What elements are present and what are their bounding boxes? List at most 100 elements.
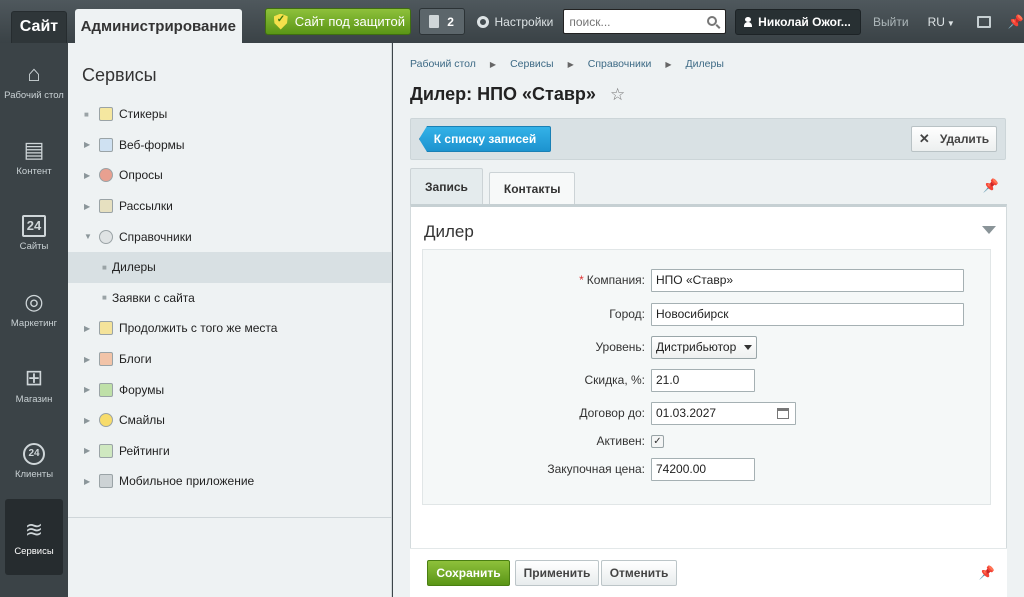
menu-item-label: Опросы xyxy=(119,168,163,183)
menu-item-label: Блоги xyxy=(119,352,152,367)
rail-label: Магазин xyxy=(15,393,53,405)
menu-item-dealers[interactable]: ■ Дилеры xyxy=(68,251,391,283)
stickers-icon xyxy=(99,107,113,122)
active-checkbox[interactable]: ✓ xyxy=(651,434,664,448)
breadcrumb-item[interactable]: Рабочий стол xyxy=(410,58,476,70)
pin-icon[interactable]: 📌 xyxy=(979,565,995,581)
menu-item-label: Стикеры xyxy=(119,107,168,122)
company-field[interactable]: НПО «Ставр» xyxy=(651,268,964,292)
rail-item-services[interactable]: ≋ Сервисы xyxy=(5,499,63,575)
level-select[interactable]: Дистрибьютор xyxy=(651,335,758,359)
menu-item-forums[interactable]: ▶ Форумы xyxy=(68,374,391,405)
breadcrumb-item[interactable]: Сервисы xyxy=(510,58,554,70)
notifications-button[interactable]: 2 xyxy=(418,8,465,35)
price-label: Закупочная цена: xyxy=(547,462,645,476)
site-protected-button[interactable]: Сайт под защитой xyxy=(264,8,411,35)
contract-date-field[interactable]: 01.03.2027 xyxy=(651,401,796,425)
page-title-text: Дилер: НПО «Ставр» xyxy=(410,84,596,104)
menu-item-directories[interactable]: ▼ Справочники xyxy=(68,221,391,252)
active-label: Активен: xyxy=(596,434,645,448)
pin-icon[interactable]: 📌 xyxy=(1008,14,1024,30)
menu-item-label: Мобильное приложение xyxy=(119,474,255,489)
price-field[interactable]: 74200.00 xyxy=(651,457,755,481)
section-title: Дилер xyxy=(424,222,474,241)
calendar-icon[interactable] xyxy=(777,407,789,419)
form-row-level: Уровень: Дистрибьютор xyxy=(423,335,992,359)
logout-link[interactable]: Выйти xyxy=(873,15,909,29)
notification-icon xyxy=(429,15,440,28)
delete-label: Удалить xyxy=(939,132,990,146)
collapse-icon[interactable] xyxy=(982,226,996,234)
expand-arrow-icon: ▶ xyxy=(84,170,91,180)
menu-item-ratings[interactable]: ▶ Рейтинги xyxy=(68,436,391,467)
rail-item-shop[interactable]: ⊞ Магазин xyxy=(0,347,68,423)
breadcrumb: Рабочий стол ▶ Сервисы ▶ Справочники ▶ Д… xyxy=(410,58,724,70)
save-button[interactable]: Сохранить xyxy=(427,560,510,586)
menu-item-continue[interactable]: ▶ Продолжить с того же места xyxy=(68,313,391,344)
bullet-icon: ■ xyxy=(102,293,107,303)
menu-item-site-requests[interactable]: ■ Заявки с сайта xyxy=(68,283,391,314)
expand-arrow-icon: ▶ xyxy=(84,446,91,456)
discount-field[interactable]: 21.0 xyxy=(651,368,755,392)
menu-item-label: Заявки с сайта xyxy=(112,290,195,305)
rail-item-marketing[interactable]: ◎ Маркетинг xyxy=(0,271,68,347)
user-icon xyxy=(744,16,753,27)
menu-item-webforms[interactable]: ▶ Веб-формы xyxy=(68,130,391,161)
left-rail: ⌂ Рабочий стол ▤ Контент 24 Сайты ◎ Марк… xyxy=(0,43,68,597)
rating-icon xyxy=(99,443,113,458)
language-select[interactable]: RU ▼ xyxy=(928,15,955,29)
search-icon[interactable] xyxy=(707,16,718,26)
back-to-list-button[interactable]: К списку записей xyxy=(419,126,551,152)
rail-item-clients[interactable]: 24 Клиенты xyxy=(0,423,68,499)
user-menu[interactable]: Николай Ожог... xyxy=(735,8,862,35)
contract-date-value: 01.03.2027 xyxy=(656,406,717,420)
menu-item-blogs[interactable]: ▶ Блоги xyxy=(68,344,391,375)
breadcrumb-item[interactable]: Дилеры xyxy=(686,58,724,70)
city-field[interactable]: Новосибирск xyxy=(651,302,964,326)
apply-button[interactable]: Применить xyxy=(515,560,599,586)
menu-item-smileys[interactable]: ▶ Смайлы xyxy=(68,405,391,436)
main-content: Рабочий стол ▶ Сервисы ▶ Справочники ▶ Д… xyxy=(393,43,1024,597)
tab-record[interactable]: Запись xyxy=(410,168,483,204)
menu-item-mobile-app[interactable]: ▶ Мобильное приложение xyxy=(68,466,391,497)
breadcrumb-item[interactable]: Справочники xyxy=(588,58,652,70)
site-tab[interactable]: Сайт xyxy=(11,10,67,43)
basket-icon: ⊞ xyxy=(24,365,44,390)
form-row-city: Город: Новосибирск xyxy=(423,302,992,326)
bullet-icon: ■ xyxy=(102,262,107,272)
menu-item-stickers[interactable]: ■ Стикеры xyxy=(68,99,391,130)
record-card: Дилер * Компания: НПО «Ставр» Город: Ново… xyxy=(410,204,1007,597)
menu-item-mailings[interactable]: ▶ Рассылки xyxy=(68,191,391,222)
search-box xyxy=(563,9,727,34)
level-value: Дистрибьютор xyxy=(656,340,737,354)
cancel-button[interactable]: Отменить xyxy=(601,560,677,586)
user-name: Николай Ожог... xyxy=(758,14,851,29)
divider xyxy=(68,517,392,518)
blog-icon xyxy=(99,352,113,367)
admin-tab[interactable]: Администрирование xyxy=(74,9,242,43)
menu-item-polls[interactable]: ▶ Опросы xyxy=(68,160,391,191)
expand-arrow-icon: ▶ xyxy=(84,140,91,150)
pin-icon[interactable]: 📌 xyxy=(983,178,999,194)
expand-arrow-icon: ▶ xyxy=(84,476,91,486)
mobile-icon xyxy=(99,474,113,489)
form-row-contract: Договор до: 01.03.2027 xyxy=(423,401,992,425)
discount-label: Скидка, %: xyxy=(584,373,645,387)
menu-item-label: Форумы xyxy=(119,382,165,397)
contract-label: Договор до: xyxy=(579,406,645,420)
rail-item-sites[interactable]: 24 Сайты xyxy=(0,195,68,271)
tab-contacts[interactable]: Контакты xyxy=(488,172,576,204)
polls-icon xyxy=(99,168,113,183)
settings-link[interactable]: Настройки xyxy=(476,15,553,29)
delete-button[interactable]: ✕ Удалить xyxy=(911,126,997,152)
search-input[interactable] xyxy=(569,14,700,29)
rail-item-desktop[interactable]: ⌂ Рабочий стол xyxy=(0,43,68,119)
close-icon: ✕ xyxy=(918,131,930,146)
panel-icon[interactable] xyxy=(976,15,991,28)
site-protected-label: Сайт под защитой xyxy=(294,14,405,29)
notifications-count: 2 xyxy=(447,14,454,29)
star-icon[interactable]: ☆ xyxy=(610,85,625,105)
services-title: Сервисы xyxy=(82,65,157,85)
menu-item-label: Веб-формы xyxy=(119,137,185,152)
rail-item-content[interactable]: ▤ Контент xyxy=(0,119,68,195)
